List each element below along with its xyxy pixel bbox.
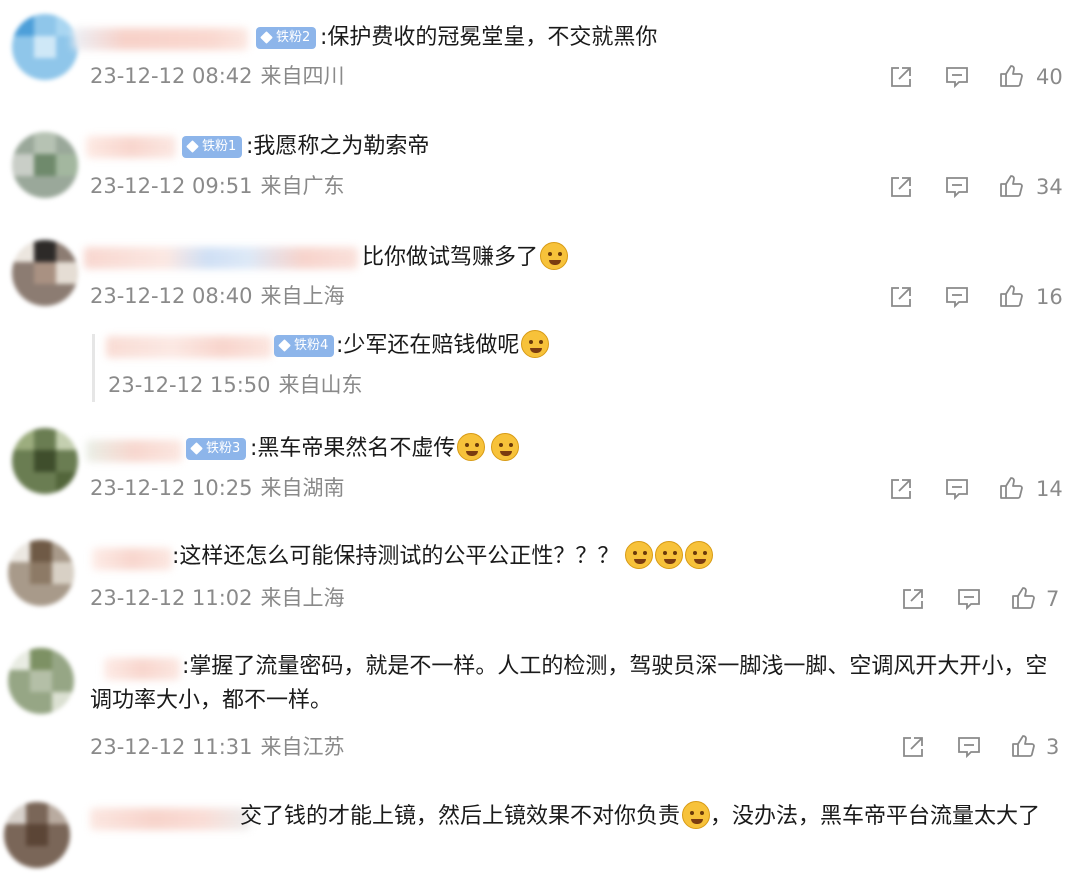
comment-location: 来自上海 xyxy=(260,586,345,610)
comment-meta: 23-12-12 11:31 来自江苏 xyxy=(90,733,345,761)
comment-text: :掌握了流量密码，就是不一样。人工的检测，驾驶员深一脚浅一脚、空调风开大开小，空… xyxy=(90,654,1048,713)
fan-badge: 铁粉1 xyxy=(182,136,243,158)
sweat-emoji xyxy=(685,541,714,569)
comment-meta: 23-12-12 08:42 来自四川 xyxy=(90,62,345,90)
fan-badge: 铁粉4 xyxy=(274,335,335,357)
hug-emoji xyxy=(491,433,520,461)
like-count: 3 xyxy=(1046,735,1060,759)
laugh-cry-emoji xyxy=(682,801,711,829)
comment-time: 23-12-12 09:51 xyxy=(90,174,253,198)
username[interactable] xyxy=(72,28,248,50)
comment-meta: 23-12-12 15:50 来自山东 xyxy=(108,371,363,399)
comment-meta: 23-12-12 08:40 来自上海 xyxy=(90,282,345,310)
share-icon[interactable] xyxy=(900,586,926,612)
username[interactable] xyxy=(92,548,172,570)
avatar[interactable] xyxy=(12,240,78,306)
thumbs-up-icon[interactable] xyxy=(998,63,1024,89)
comment-icon[interactable] xyxy=(944,174,970,200)
share-icon[interactable] xyxy=(888,284,914,310)
comment-icon[interactable] xyxy=(944,64,970,90)
comment-text: :我愿称之为勒索帝 xyxy=(246,134,430,159)
comment-time: 23-12-12 10:25 xyxy=(90,476,253,500)
username[interactable] xyxy=(84,247,358,269)
comment-location: 来自四川 xyxy=(260,64,345,88)
fan-badge: 铁粉2 xyxy=(256,27,317,49)
comment-location: 来自山东 xyxy=(278,373,363,397)
comment-location: 来自湖南 xyxy=(260,476,345,500)
comment-time: 23-12-12 08:40 xyxy=(90,284,253,308)
comment-icon[interactable] xyxy=(956,586,982,612)
comment-text: :这样还怎么可能保持测试的公平公正性？？？ xyxy=(172,540,714,574)
comment-icon[interactable] xyxy=(956,734,982,760)
comment-item: 铁粉2 :保护费收的冠冕堂皇，不交就黑你 23-12-12 08:42 来自四川 … xyxy=(0,0,1080,110)
hug-emoji xyxy=(457,433,486,461)
like-count: 14 xyxy=(1036,477,1063,501)
comment-time: 23-12-12 08:42 xyxy=(90,64,253,88)
comment-item: 铁粉3 :黑车帝果然名不虚传 23-12-12 10:25 来自湖南 14 xyxy=(0,410,1080,518)
thumbs-up-icon[interactable] xyxy=(1010,585,1036,611)
share-icon[interactable] xyxy=(888,476,914,502)
like-count: 7 xyxy=(1046,587,1060,611)
thumbs-up-icon[interactable] xyxy=(998,475,1024,501)
username[interactable] xyxy=(106,336,272,358)
sweat-emoji xyxy=(655,541,684,569)
avatar[interactable] xyxy=(12,132,78,198)
comment-time: 23-12-12 11:02 xyxy=(90,586,253,610)
smirk-emoji xyxy=(521,330,550,358)
comment-item: 比你做试驾赚多了 23-12-12 08:40 来自上海 16 xyxy=(0,220,1080,320)
username[interactable] xyxy=(86,440,182,462)
comment-icon[interactable] xyxy=(944,284,970,310)
like-count: 34 xyxy=(1036,175,1063,199)
comment-location: 来自广东 xyxy=(260,174,345,198)
comment-text: :少军还在赔钱做呢 xyxy=(336,329,550,363)
avatar[interactable] xyxy=(8,648,74,714)
comment-time: 23-12-12 15:50 xyxy=(108,373,271,397)
like-count: 40 xyxy=(1036,65,1063,89)
avatar[interactable] xyxy=(8,540,74,606)
comment-icon[interactable] xyxy=(944,476,970,502)
share-icon[interactable] xyxy=(900,734,926,760)
thumbs-up-icon[interactable] xyxy=(998,283,1024,309)
sweat-emoji xyxy=(625,541,654,569)
thumbs-up-icon[interactable] xyxy=(1010,733,1036,759)
comment-meta: 23-12-12 11:02 来自上海 xyxy=(90,584,345,612)
comment-meta: 23-12-12 09:51 来自广东 xyxy=(90,172,345,200)
comment-text: 比你做试驾赚多了 xyxy=(362,241,569,275)
fan-badge: 铁粉3 xyxy=(186,438,247,460)
avatar[interactable] xyxy=(12,14,78,80)
like-count: 16 xyxy=(1036,285,1063,309)
thumbs-up-icon[interactable] xyxy=(998,173,1024,199)
avatar[interactable] xyxy=(4,802,70,868)
laugh-cry-emoji xyxy=(540,242,569,270)
comment-item: 交了钱的才能上镜，然后上镜效果不对你负责 ，没办法，黑车帝平台流量太大了 xyxy=(0,780,1080,876)
comment-text: 交了钱的才能上镜，然后上镜效果不对你负责 ，没办法，黑车帝平台流量太大了 xyxy=(90,800,1050,834)
comment-item: 铁粉1 :我愿称之为勒索帝 23-12-12 09:51 来自广东 34 xyxy=(0,110,1080,220)
comment-time: 23-12-12 11:31 xyxy=(90,735,253,759)
reply-item: 铁粉4 :少军还在赔钱做呢 23-12-12 15:50 来自山东 xyxy=(0,320,1080,410)
comment-meta: 23-12-12 10:25 来自湖南 xyxy=(90,474,345,502)
comment-item: :这样还怎么可能保持测试的公平公正性？？？ 23-12-12 11:02 来自上海… xyxy=(0,518,1080,628)
comment-location: 来自上海 xyxy=(260,284,345,308)
comment-text: :黑车帝果然名不虚传 xyxy=(250,432,520,466)
comment-item: :掌握了流量密码，就是不一样。人工的检测，驾驶员深一脚浅一脚、空调风开大开小，空… xyxy=(0,628,1080,780)
reply-divider xyxy=(92,334,95,402)
share-icon[interactable] xyxy=(888,174,914,200)
comment-location: 来自江苏 xyxy=(260,735,345,759)
username[interactable] xyxy=(86,136,176,158)
share-icon[interactable] xyxy=(888,64,914,90)
comment-text: :保护费收的冠冕堂皇，不交就黑你 xyxy=(320,25,658,50)
avatar[interactable] xyxy=(12,428,78,494)
